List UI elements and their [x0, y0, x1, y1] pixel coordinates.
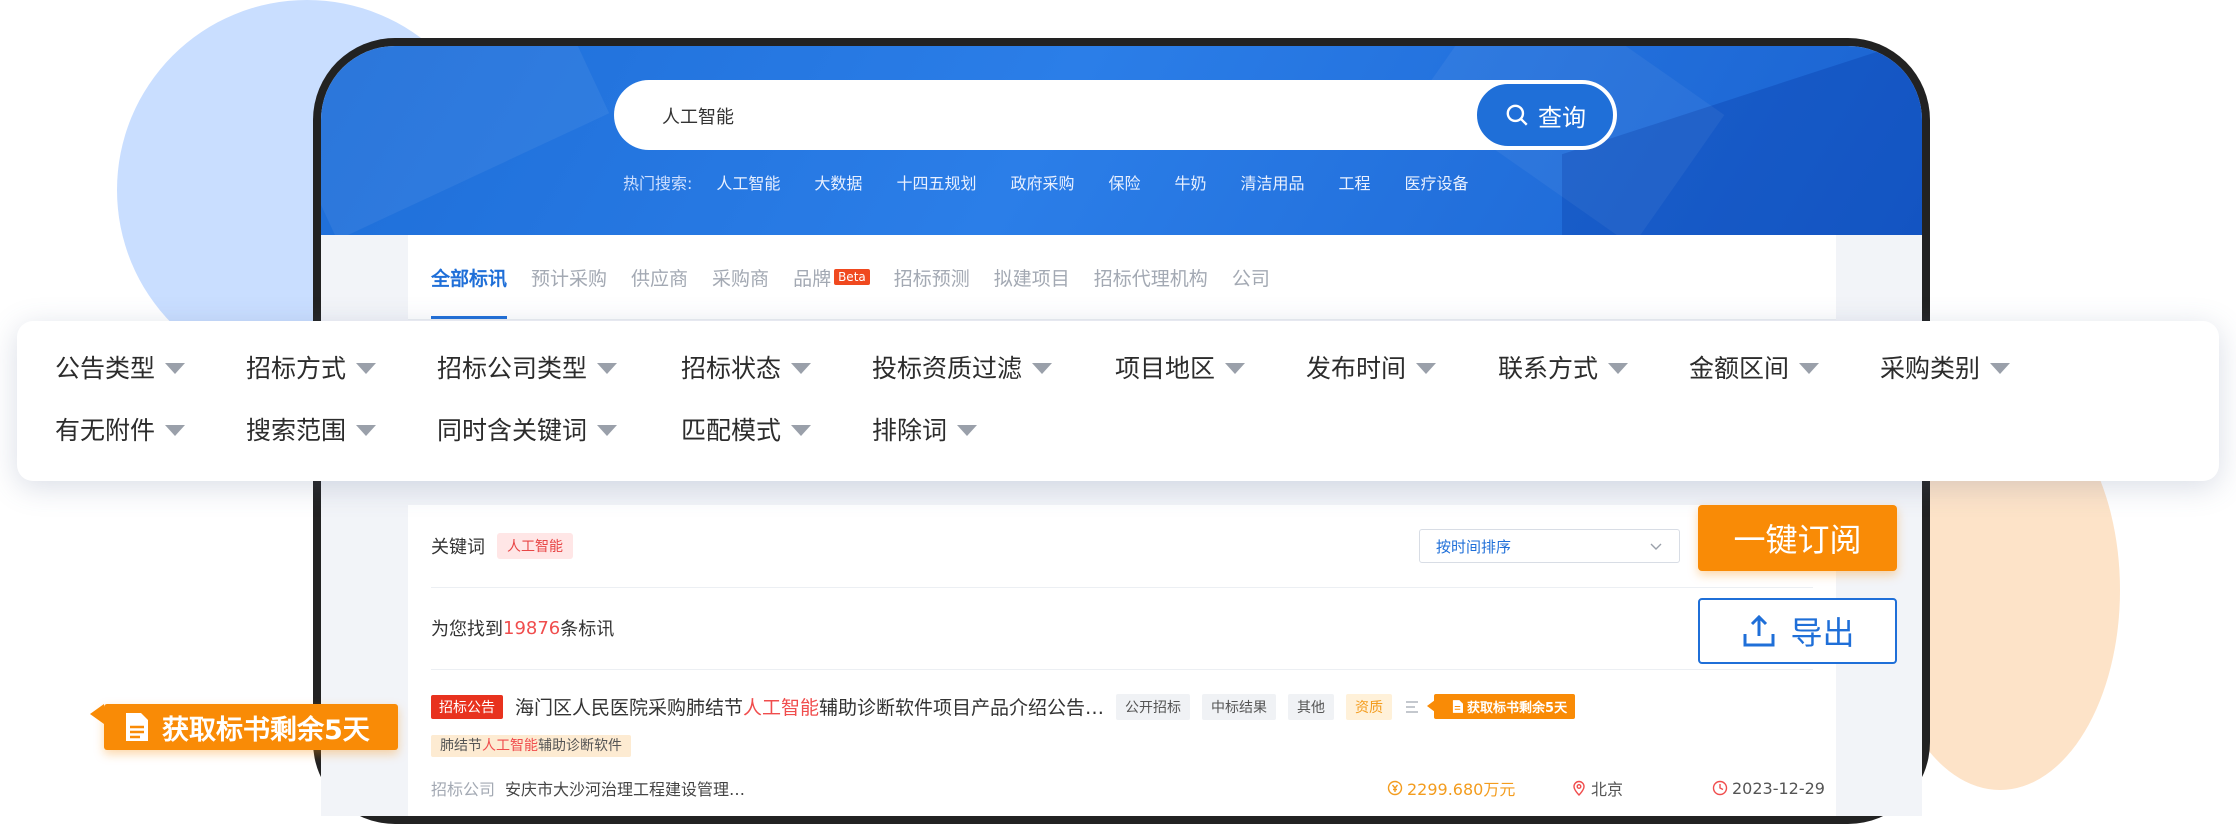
tab-expected-purchase[interactable]: 预计采购 [531, 235, 607, 319]
filter-notice-type[interactable]: 公告类型 [55, 349, 186, 385]
hot-search-item[interactable]: 保险 [1108, 170, 1140, 194]
tab-agencies[interactable]: 招标代理机构 [1094, 235, 1208, 319]
tag-chip: 公开招标 [1116, 693, 1191, 720]
tab-brand[interactable]: 品牌 Beta [793, 235, 870, 319]
keyword-label: 关键词 [431, 537, 485, 558]
triangle-down-icon [597, 362, 618, 374]
filter-bidding-status[interactable]: 招标状态 [681, 349, 812, 385]
filter-bidding-method[interactable]: 招标方式 [246, 349, 377, 385]
hot-search-item[interactable]: 工程 [1339, 170, 1371, 194]
search-input[interactable] [660, 80, 1364, 152]
doc-remaining-badge[interactable]: 获取标书剩余5天 [1427, 694, 1576, 719]
result-count-suffix: 条标讯 [560, 619, 615, 640]
document-icon [1452, 700, 1464, 713]
search-header: 查询 热门搜索: 人工智能 大数据 十四五规划 政府采购 保险 牛奶 清洁用品 … [321, 46, 1922, 235]
export-button[interactable]: 导出 [1698, 598, 1897, 664]
triangle-down-icon [356, 362, 377, 374]
hot-search-label: 热门搜索: [623, 174, 693, 193]
hot-search-list: 热门搜索: 人工智能 大数据 十四五规划 政府采购 保险 牛奶 清洁用品 工程 … [623, 170, 1469, 194]
filter-amount-range[interactable]: 金额区间 [1689, 349, 1820, 385]
search-button-label: 查询 [1538, 103, 1586, 132]
triangle-down-icon [957, 424, 978, 436]
filter-purchase-category[interactable]: 采购类别 [1880, 349, 2011, 385]
triangle-down-icon [597, 424, 618, 436]
location-pin-icon [1573, 780, 1585, 796]
triangle-down-icon [791, 362, 812, 374]
tab-forecast[interactable]: 招标预测 [894, 235, 970, 319]
filter-attachment[interactable]: 有无附件 [55, 411, 186, 447]
triangle-down-icon [165, 424, 186, 436]
tab-brand-label: 品牌 [793, 267, 832, 290]
company-name[interactable]: 安庆市大沙河治理工程建设管理… [505, 776, 745, 800]
notice-type-badge: 招标公告 [431, 694, 503, 719]
triangle-down-icon [165, 362, 186, 374]
location: 北京 [1571, 776, 1623, 800]
result-count-prefix: 为您找到 [431, 619, 503, 640]
triangle-down-icon [1990, 362, 2011, 374]
tab-all[interactable]: 全部标讯 [431, 235, 508, 319]
tab-company[interactable]: 公司 [1232, 235, 1270, 319]
triangle-down-icon [356, 424, 377, 436]
search-button[interactable]: 查询 [1475, 82, 1615, 148]
clock-icon [1712, 780, 1728, 796]
triangle-down-icon [1608, 362, 1629, 374]
filter-region[interactable]: 项目地区 [1115, 349, 1246, 385]
product-tag: 肺结节人工智能辅助诊断软件 [431, 735, 631, 757]
filter-contact[interactable]: 联系方式 [1498, 349, 1629, 385]
filter-exclude-words[interactable]: 排除词 [872, 411, 978, 447]
keyword-tag[interactable]: 人工智能 [497, 533, 573, 559]
triangle-down-icon [1032, 362, 1053, 374]
export-button-label: 导出 [1790, 614, 1855, 652]
company-label: 招标公司 [431, 780, 496, 799]
subscribe-button[interactable]: 一键订阅 [1698, 505, 1897, 571]
date: 2023-12-29 [1712, 779, 1825, 798]
result-count-number: 19876 [503, 617, 561, 639]
hot-search-item[interactable]: 清洁用品 [1241, 170, 1305, 194]
search-icon [1506, 104, 1528, 126]
hot-search-item[interactable]: 十四五规划 [896, 170, 976, 194]
chevron-down-icon [1650, 543, 1662, 550]
doc-remaining-ribbon[interactable]: 获取标书剩余5天 [90, 704, 398, 750]
item-title[interactable]: 海门区人民医院采购肺结节人工智能辅助诊断软件项目产品介绍公告… [515, 693, 1104, 720]
hot-search-item[interactable]: 政府采购 [1010, 170, 1074, 194]
search-bar: 查询 [614, 80, 1617, 152]
tab-buyer[interactable]: 采购商 [712, 235, 769, 319]
filter-qualification[interactable]: 投标资质过滤 [872, 349, 1053, 385]
hot-search-item[interactable]: 人工智能 [716, 170, 780, 194]
filter-publish-time[interactable]: 发布时间 [1306, 349, 1437, 385]
filter-match-mode[interactable]: 匹配模式 [681, 411, 812, 447]
tab-planned-projects[interactable]: 拟建项目 [994, 235, 1070, 319]
sort-dropdown[interactable]: 按时间排序 [1419, 529, 1680, 563]
list-item[interactable]: 招标公告 海门区人民医院采购肺结节人工智能辅助诊断软件项目产品介绍公告… 公开招… [431, 669, 1825, 816]
ribbon-label: 获取标书剩余5天 [162, 714, 370, 746]
hot-search-item[interactable]: 牛奶 [1174, 170, 1206, 194]
filter-company-type[interactable]: 招标公司类型 [437, 349, 618, 385]
sort-value: 按时间排序 [1436, 537, 1512, 556]
tag-chip: 中标结果 [1202, 693, 1277, 720]
qualification-chip: 资质 [1346, 693, 1393, 720]
hot-search-item[interactable]: 大数据 [814, 170, 862, 194]
filter-extra-keywords[interactable]: 同时含关键词 [437, 411, 618, 447]
category-tabs-card: 全部标讯 预计采购 供应商 采购商 品牌 Beta 招标预测 拟建项目 招标代理… [408, 235, 1836, 320]
triangle-down-icon [1799, 362, 1820, 374]
triangle-down-icon [791, 424, 812, 436]
amount: 2299.680万元 [1387, 776, 1515, 800]
beta-badge: Beta [834, 269, 870, 285]
filter-search-scope[interactable]: 搜索范围 [246, 411, 377, 447]
list-icon[interactable] [1404, 698, 1422, 716]
result-count: 为您找到 19876 条标讯 [431, 587, 1813, 670]
category-tabs: 全部标讯 预计采购 供应商 采购商 品牌 Beta 招标预测 拟建项目 招标代理… [431, 235, 1270, 319]
triangle-down-icon [1225, 362, 1246, 374]
results-card: 关键词 人工智能 按时间排序 为您找到 19876 条标讯 招标公告 海门区人民… [408, 505, 1836, 816]
coin-icon [1387, 780, 1403, 796]
filter-panel: 公告类型 招标方式 招标公司类型 招标状态 投标资质过滤 项目地区 发布时间 联… [17, 321, 2219, 481]
triangle-down-icon [1416, 362, 1437, 374]
tag-chip: 其他 [1288, 693, 1335, 720]
hot-search-item[interactable]: 医疗设备 [1405, 170, 1469, 194]
document-icon [126, 713, 148, 741]
upload-icon [1743, 614, 1775, 647]
tab-supplier[interactable]: 供应商 [631, 235, 688, 319]
